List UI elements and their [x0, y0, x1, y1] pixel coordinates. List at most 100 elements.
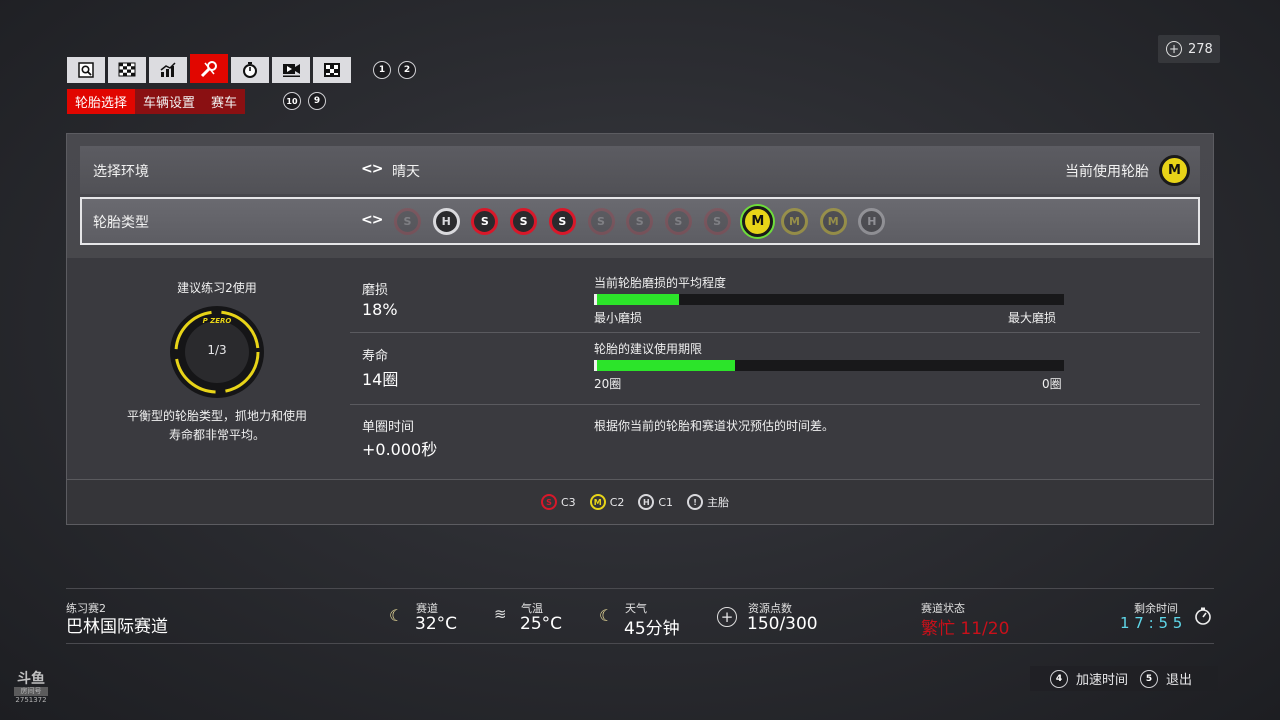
- wear-value: 18%: [362, 300, 398, 319]
- wear-bar-fill: [594, 294, 679, 305]
- button-4-icon: 4: [1050, 669, 1068, 688]
- tyre-list: SHSSSSSSSMMMH: [394, 206, 914, 239]
- stopwatch-icon: [1193, 606, 1213, 630]
- video-icon: [283, 64, 300, 77]
- tab-session[interactable]: [108, 57, 146, 83]
- wear-bar: [594, 294, 1064, 305]
- compound-legend: S C3 M C2 H C1 ! 主胎: [541, 494, 729, 510]
- legend-item: H C1: [638, 494, 673, 510]
- life-left-label: 20圈: [594, 377, 622, 391]
- tyre-option-s[interactable]: S: [394, 208, 421, 235]
- tab-overview[interactable]: [313, 57, 351, 83]
- life-label: 寿命: [362, 349, 389, 364]
- tab-car-setup[interactable]: 车辆设置: [135, 89, 204, 114]
- resource-value: 150/300: [747, 614, 818, 634]
- tab-car[interactable]: 赛车: [203, 89, 246, 114]
- prev-tab-hint[interactable]: 1: [373, 61, 391, 79]
- recommend-desc-line2: 寿命都非常平均。: [168, 428, 265, 442]
- fast-forward-action[interactable]: 4 加速时间: [1050, 669, 1128, 688]
- exit-label: 退出: [1166, 673, 1193, 688]
- tyre-option-m[interactable]: M: [742, 206, 774, 237]
- watermark-room: 2751372: [15, 696, 47, 704]
- stopwatch-icon: [243, 62, 257, 78]
- chart-icon: [160, 62, 176, 77]
- plus-icon: +: [1166, 41, 1182, 57]
- track-status-value: 繁忙 11/20: [921, 619, 1010, 639]
- legend-label: C1: [658, 495, 674, 509]
- legend-label: 主胎: [707, 496, 730, 509]
- exit-action[interactable]: 5 退出: [1140, 669, 1192, 688]
- legend-item: M C2: [589, 494, 625, 510]
- tab-tyre-selection[interactable]: 轮胎选择: [67, 89, 136, 114]
- tab-timing[interactable]: [231, 57, 269, 83]
- sub-tab-bar: 轮胎选择 车辆设置 赛车: [67, 89, 246, 114]
- tyre-type-row[interactable]: 轮胎类型 <> SHSSSSSSSMMMH: [80, 197, 1200, 245]
- resource-currency: + 278: [1158, 35, 1220, 63]
- tyre-info-area: 建议练习2使用 P ZERO 1/3 平衡型的轮胎类型，抓地力和使用 寿命都非常…: [67, 258, 1213, 479]
- wear-label: 磨损: [362, 283, 389, 298]
- moon-icon: ☾: [389, 606, 404, 625]
- next-subtab-hint[interactable]: 9: [308, 92, 326, 110]
- tab-search[interactable]: [67, 57, 105, 83]
- resource-plus-icon: +: [717, 607, 737, 627]
- life-value: 14圈: [362, 370, 399, 389]
- soft-tyre-icon: S: [541, 494, 557, 510]
- svg-text:P ZERO: P ZERO: [203, 317, 232, 325]
- watermark-logo: 斗鱼: [17, 671, 45, 687]
- lap-time-desc: 根据你当前的轮胎和赛道状况预估的时间差。: [594, 419, 835, 433]
- tyre-option-s[interactable]: S: [664, 208, 692, 235]
- recommend-title: 建议练习2使用: [177, 281, 257, 295]
- environment-arrows-icon[interactable]: <>: [361, 161, 383, 177]
- tab-setup[interactable]: [190, 54, 228, 83]
- recommend-desc-line1: 平衡型的轮胎类型，抓地力和使用: [126, 409, 307, 423]
- tyre-type-label: 轮胎类型: [93, 215, 149, 231]
- tyre-option-s[interactable]: S: [626, 208, 654, 235]
- next-tab-hint[interactable]: 2: [398, 61, 416, 79]
- stream-watermark: 斗鱼 房间号 2751372: [10, 672, 52, 705]
- wear-min-label: 最小磨损: [594, 311, 643, 325]
- button-5-icon: 5: [1140, 669, 1159, 688]
- tyre-option-s[interactable]: S: [587, 208, 615, 235]
- tyre-option-m[interactable]: M: [781, 208, 808, 235]
- legend-label: C2: [609, 495, 625, 509]
- wrench-icon: [200, 60, 217, 77]
- tyre-option-h[interactable]: H: [432, 208, 460, 235]
- environment-row[interactable]: 选择环境 <> 晴天 当前使用轮胎 M: [80, 146, 1200, 194]
- environment-value: 晴天: [392, 164, 420, 180]
- tab-performance[interactable]: [149, 57, 187, 83]
- session-status-bar: 练习赛2 巴林国际赛道 ☾ 赛道 32°C ≋ 气温 25°C ☾ 天气 45分…: [66, 588, 1214, 644]
- current-tyre-icon: M: [1159, 155, 1190, 186]
- tyre-option-s[interactable]: S: [510, 208, 538, 235]
- mandatory-tyre-icon: !: [687, 494, 704, 510]
- lap-time-value: +0.000秒: [362, 440, 438, 459]
- legend-item: ! 主胎: [687, 494, 729, 510]
- fast-forward-label: 加速时间: [1076, 673, 1129, 688]
- compound-legend-area: S C3 M C2 H C1 ! 主胎: [67, 479, 1213, 524]
- currency-value: 278: [1188, 41, 1213, 57]
- search-icon: [78, 62, 94, 78]
- tyre-option-m[interactable]: M: [819, 208, 847, 235]
- tyre-option-s[interactable]: S: [471, 208, 499, 235]
- legend-item: S C3: [541, 494, 576, 510]
- tyre-arrows-icon[interactable]: <>: [361, 212, 383, 228]
- track-name: 巴林国际赛道: [66, 617, 168, 637]
- top-tab-bar: [67, 54, 351, 83]
- divider: [350, 332, 1200, 333]
- track-temp-value: 32°C: [415, 614, 458, 634]
- prev-subtab-hint[interactable]: 10: [283, 92, 301, 110]
- wear-max-label: 最大磨损: [1008, 311, 1057, 325]
- checkered-flag-icon: [118, 62, 136, 77]
- environment-label: 选择环境: [93, 164, 149, 180]
- heat-icon: ≋: [494, 605, 507, 623]
- tyre-option-s[interactable]: S: [548, 208, 576, 235]
- legend-label: C3: [561, 495, 576, 509]
- weather-moon-icon: ☾: [599, 606, 614, 625]
- life-right-label: 0圈: [1042, 377, 1062, 391]
- bottom-action-hints: 4 加速时间 5 退出: [1030, 666, 1218, 691]
- tyre-option-s[interactable]: S: [703, 208, 731, 235]
- wear-bar-title: 当前轮胎磨损的平均程度: [594, 276, 727, 290]
- life-bar-title: 轮胎的建议使用期限: [594, 342, 703, 356]
- tyre-option-h[interactable]: H: [858, 208, 886, 235]
- divider: [350, 404, 1200, 405]
- tab-replay[interactable]: [272, 57, 310, 83]
